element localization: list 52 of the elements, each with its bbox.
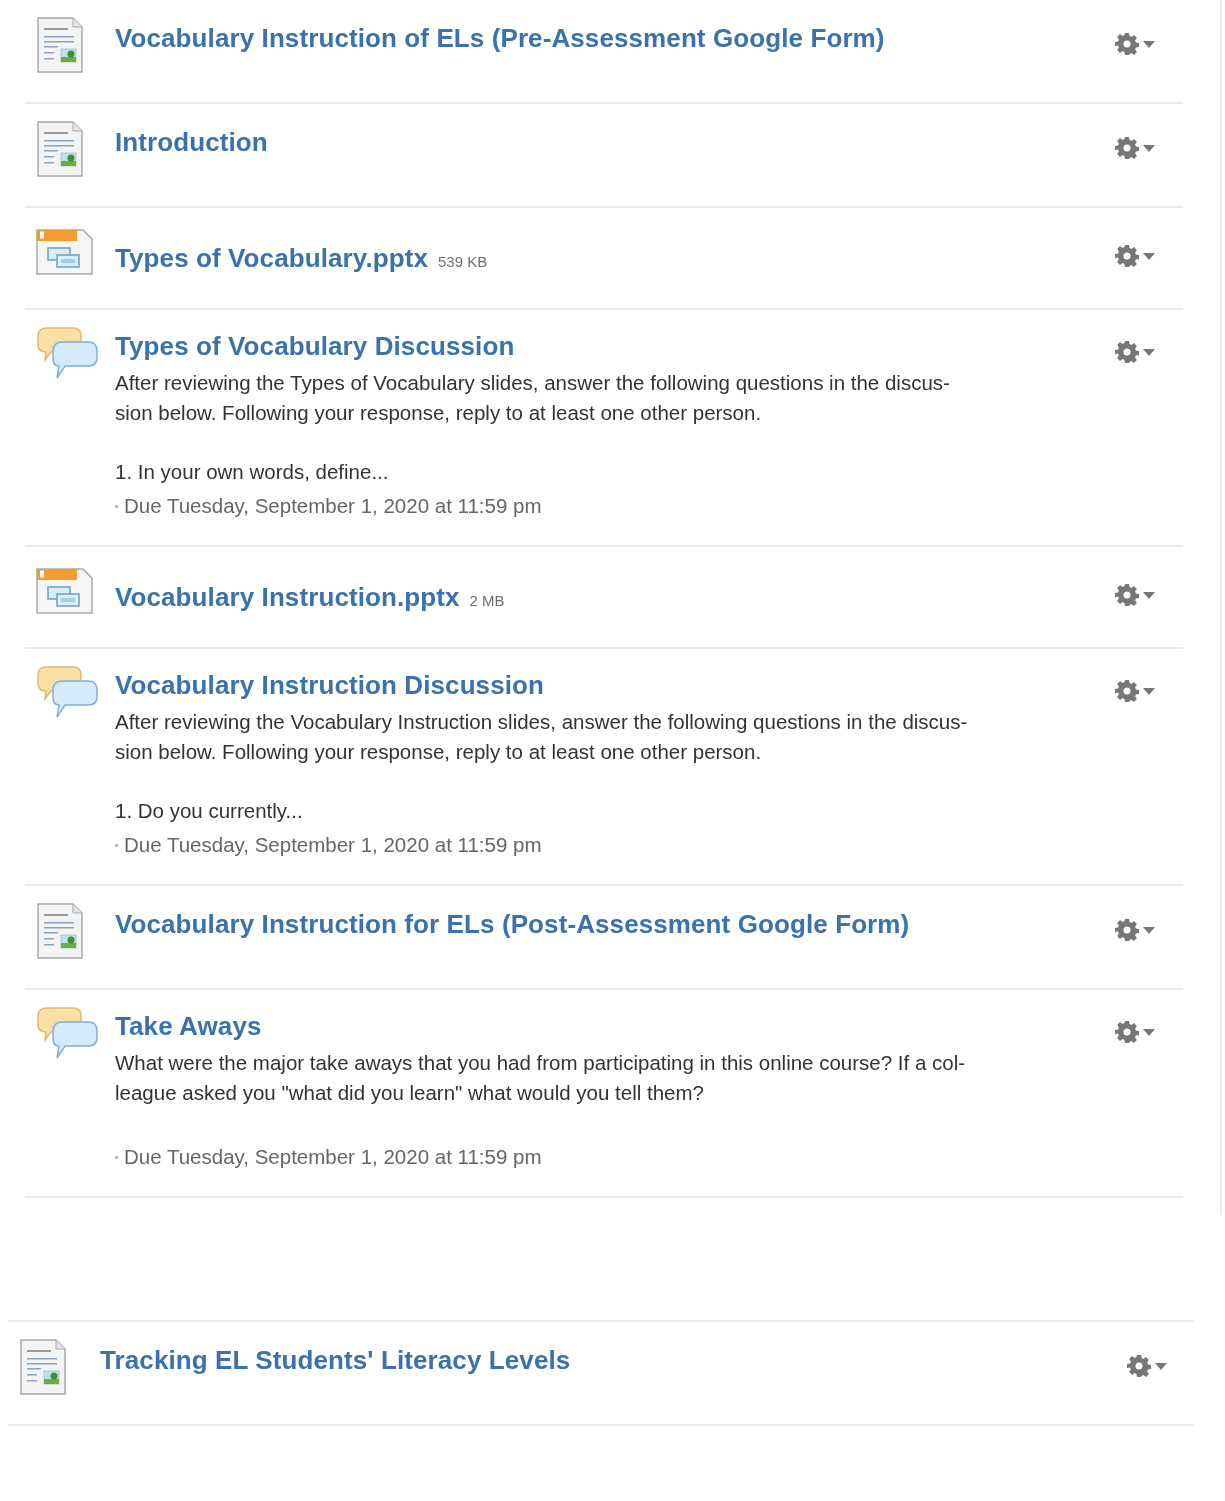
caret-icon [1143,40,1155,48]
gear-icon [1115,679,1139,703]
document-icon [18,1338,68,1396]
caret-icon [1143,926,1155,934]
item-title-link[interactable]: Types of Vocabulary Discussion [115,328,515,364]
caret-icon [1143,687,1155,695]
gear-icon [1115,32,1139,56]
caret-icon [1143,591,1155,599]
settings-menu-button[interactable] [1113,242,1157,270]
caret-icon [1143,144,1155,152]
due-date: Due Tuesday, September 1, 2020 at 11:59 pm [124,493,542,519]
item-title-link[interactable]: Take Aways [115,1008,262,1044]
settings-menu-button[interactable] [1113,581,1157,609]
document-icon [35,120,85,178]
gear-icon [1115,340,1139,364]
settings-menu-button[interactable] [1113,916,1157,944]
item-title-link[interactable]: Vocabulary Instruction of ELs (Pre-Assessment Google Form) [115,20,885,56]
presentation-file-icon [35,228,95,276]
item-title-link[interactable]: Vocabulary Instruction Discussion [115,667,545,703]
item-prompt: 1. Do you currently... [115,798,304,824]
settings-menu-button[interactable] [1125,1352,1169,1380]
item-title-link[interactable]: Introduction [115,124,268,160]
file-size: 2 MB [469,592,505,609]
settings-menu-button[interactable] [1113,1018,1157,1046]
caret-icon [1155,1362,1167,1370]
item-title-link[interactable]: Tracking EL Students' Literacy Levels [100,1342,571,1378]
item-prompt: 1. In your own words, define... [115,459,390,485]
item-title-link[interactable]: Vocabulary Instruction.pptx [115,579,460,615]
item-description: After reviewing the Vocabulary Instruction slides, answer the following questions in the discus- sion below. Following your response, reply to at least one other person. [115,709,969,765]
gear-icon [1115,136,1139,160]
gear-icon [1115,244,1139,268]
document-icon [35,902,85,960]
item-title-link[interactable]: Types of Vocabulary.pptx [115,240,429,276]
caret-icon [1143,348,1155,356]
presentation-file-icon [35,567,95,615]
settings-menu-button[interactable] [1113,134,1157,162]
file-size: 539 KB [438,253,488,270]
item-description: What were the major take aways that you had from participating in this online course? If a col- league asked you "what did you learn" what would you tell them? [115,1050,967,1106]
caret-icon [1143,1028,1155,1036]
caret-icon [1143,252,1155,260]
gear-icon [1115,583,1139,607]
gear-icon [1115,918,1139,942]
gear-icon [1115,1020,1139,1044]
document-icon [35,16,85,74]
item-description: After reviewing the Types of Vocabulary slides, answer the following questions in the discus- sion below. Following your response, reply to at least one other person. [115,370,951,426]
settings-menu-button[interactable] [1113,30,1157,58]
gear-icon [1127,1354,1151,1378]
item-title-link[interactable]: Vocabulary Instruction for ELs (Post-Assessment Google Form) [115,906,910,942]
due-date: Due Tuesday, September 1, 2020 at 11:59 pm [124,1144,542,1170]
settings-menu-button[interactable] [1113,338,1157,366]
due-date: Due Tuesday, September 1, 2020 at 11:59 pm [124,832,542,858]
settings-menu-button[interactable] [1113,677,1157,705]
